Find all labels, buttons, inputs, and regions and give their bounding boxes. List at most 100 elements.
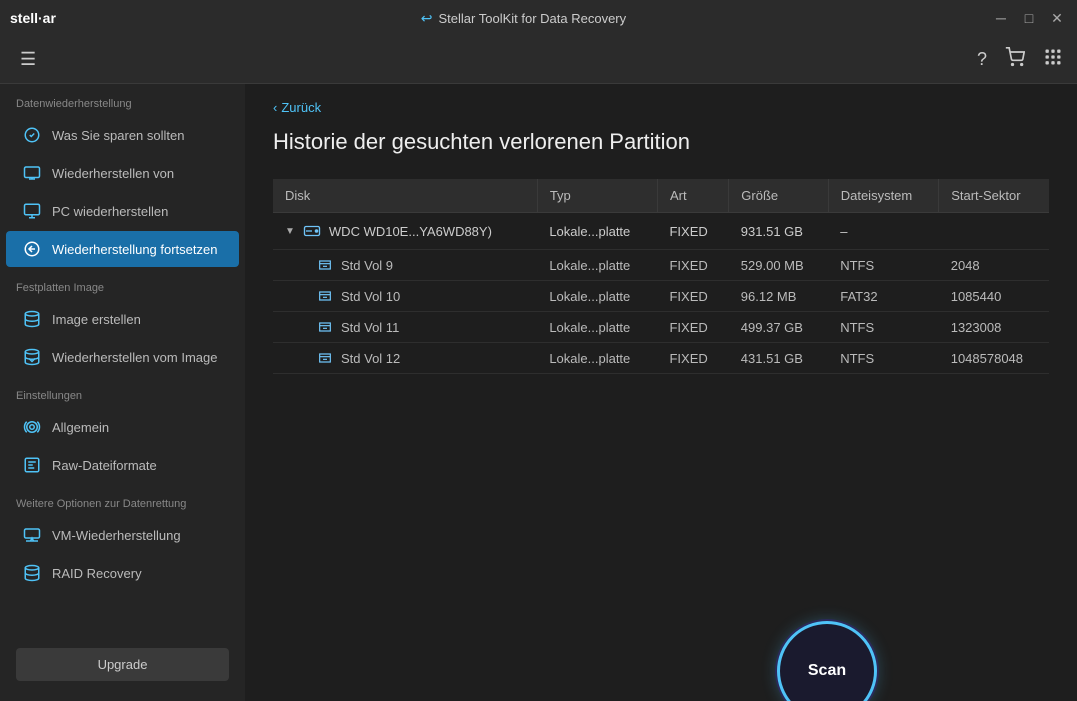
disk-drive-icon [303,222,321,240]
vol-dateisystem: NTFS [828,250,939,281]
wiederherstellung-icon [22,239,42,259]
col-header-dateisystem: Dateisystem [828,179,939,213]
allgemein-icon [22,417,42,437]
vol-groesse: 431.51 GB [729,343,828,374]
vol-dateisystem: NTFS [828,343,939,374]
vol-name: Std Vol 12 [341,351,400,366]
vol-art: FIXED [657,250,728,281]
sidebar-item-image-erstellen[interactable]: Image erstellen [6,301,239,337]
vol-startsektor: 1323008 [939,312,1049,343]
wiederherstellen-von-icon [22,163,42,183]
sidebar-label-vm-wiederherstellung: VM-Wiederherstellung [52,528,181,543]
sidebar-item-raw-dateiformate[interactable]: Raw-Dateiformate [6,447,239,483]
vol-name: Std Vol 9 [341,258,393,273]
vol-name-cell: Std Vol 12 [273,343,537,374]
disk-start-sektor [939,213,1049,250]
disk-typ: Lokale...platte [537,213,657,250]
help-icon[interactable]: ? [977,49,987,70]
sidebar-section-festplatten-image: Festplatten Image [0,268,245,300]
sidebar-label-raw-dateiformate: Raw-Dateiformate [52,458,157,473]
title-bar-controls: ─ □ ✕ [991,8,1067,28]
vol-row[interactable]: Std Vol 12 Lokale...platteFIXED431.51 GBN… [273,343,1049,374]
sidebar-label-allgemein: Allgemein [52,420,109,435]
vol-typ: Lokale...platte [537,343,657,374]
toolbar-right: ? [977,47,1063,72]
sidebar-label-image-erstellen: Image erstellen [52,312,141,327]
sidebar-item-pc-wiederherstellen[interactable]: PC wiederherstellen [6,193,239,229]
disk-row[interactable]: ▼ WDC WD10E...YA6WD88Y) [273,213,1049,250]
vm-wiederherstellung-icon [22,525,42,545]
wiederherstellen-image-icon [22,347,42,367]
vol-startsektor: 1085440 [939,281,1049,312]
back-chevron-icon: ‹ [273,100,277,115]
vol-partition-icon [317,350,333,366]
image-erstellen-icon [22,309,42,329]
col-header-typ: Typ [537,179,657,213]
vol-groesse: 96.12 MB [729,281,828,312]
back-arrow-icon: ↩ [421,10,433,27]
vol-typ: Lokale...platte [537,250,657,281]
title-bar: stell·ar ↩ Stellar ToolKit for Data Reco… [0,0,1077,36]
vol-art: FIXED [657,343,728,374]
hamburger-button[interactable]: ☰ [14,45,42,74]
raw-dateiformate-icon [22,455,42,475]
sidebar-section-weitere-optionen: Weitere Optionen zur Datenrettung [0,484,245,516]
sidebar-item-wiederherstellen-image[interactable]: Wiederherstellen vom Image [6,339,239,375]
vol-name: Std Vol 11 [341,320,399,335]
main-layout: Datenwiederherstellung Was Sie sparen so… [0,84,1077,701]
vol-dateisystem: NTFS [828,312,939,343]
sidebar-section-einstellungen: Einstellungen [0,376,245,408]
app-logo: stell·ar [10,10,56,26]
cart-icon[interactable] [1005,47,1025,72]
sidebar-item-was-sie[interactable]: Was Sie sparen sollten [6,117,239,153]
title-bar-left: stell·ar [10,10,56,26]
logo-text: stell·ar [10,10,56,26]
sidebar-item-wiederherstellung-fortsetzen[interactable]: Wiederherstellung fortsetzen [6,231,239,267]
vol-row[interactable]: Std Vol 9Lokale...platteFIXED529.00 MBNT… [273,250,1049,281]
pc-wiederherstellen-icon [22,201,42,221]
vol-art: FIXED [657,281,728,312]
sidebar-label-pc-wiederherstellen: PC wiederherstellen [52,204,168,219]
sidebar-item-raid-recovery[interactable]: RAID Recovery [6,555,239,591]
vol-name-cell: Std Vol 9 [273,250,537,281]
toolbar-left: ☰ [14,45,42,74]
vol-row[interactable]: Std Vol 10Lokale...platteFIXED96.12 MBFA… [273,281,1049,312]
sidebar-label-wiederherstellen-image: Wiederherstellen vom Image [52,350,217,365]
vol-startsektor: 2048 [939,250,1049,281]
was-sie-icon [22,125,42,145]
disk-name: WDC WD10E...YA6WD88Y) [329,224,492,239]
disk-groesse: 931.51 GB [729,213,828,250]
table-header-row: Disk Typ Art Größe Dateisystem Start-Sek… [273,179,1049,213]
vol-partition-icon [317,319,333,335]
close-button[interactable]: ✕ [1047,8,1067,28]
apps-icon[interactable] [1043,47,1063,72]
raid-recovery-icon [22,563,42,583]
toggle-arrow-icon[interactable]: ▼ [285,226,295,237]
upgrade-button[interactable]: Upgrade [16,648,229,681]
vol-partition-icon [317,257,333,273]
disk-dateisystem: – [828,213,939,250]
vol-startsektor: 1048578048 [939,343,1049,374]
sidebar-label-wiederherstellen-von: Wiederherstellen von [52,166,174,181]
back-link[interactable]: ‹ Zurück [273,100,1049,115]
sidebar-item-allgemein[interactable]: Allgemein [6,409,239,445]
sidebar-item-wiederherstellen-von[interactable]: Wiederherstellen von [6,155,239,191]
disk-cell-content: ▼ WDC WD10E...YA6WD88Y) [285,222,525,240]
back-link-text: Zurück [281,100,321,115]
vol-name-cell: Std Vol 10 [273,281,537,312]
disk-art: FIXED [657,213,728,250]
toolbar: ☰ ? [0,36,1077,84]
vol-typ: Lokale...platte [537,312,657,343]
partition-table: Disk Typ Art Größe Dateisystem Start-Sek… [273,179,1049,374]
col-header-start-sektor: Start-Sektor [939,179,1049,213]
vol-row[interactable]: Std Vol 11 Lokale...platteFIXED499.37 GBN… [273,312,1049,343]
vol-art: FIXED [657,312,728,343]
disk-name-cell: ▼ WDC WD10E...YA6WD88Y) [273,213,537,250]
maximize-button[interactable]: □ [1019,8,1039,28]
sidebar-label-raid-recovery: RAID Recovery [52,566,142,581]
vol-dateisystem: FAT32 [828,281,939,312]
sidebar-item-vm-wiederherstellung[interactable]: VM-Wiederherstellung [6,517,239,553]
window-title: Stellar ToolKit for Data Recovery [439,11,627,26]
minimize-button[interactable]: ─ [991,8,1011,28]
vol-groesse: 499.37 GB [729,312,828,343]
